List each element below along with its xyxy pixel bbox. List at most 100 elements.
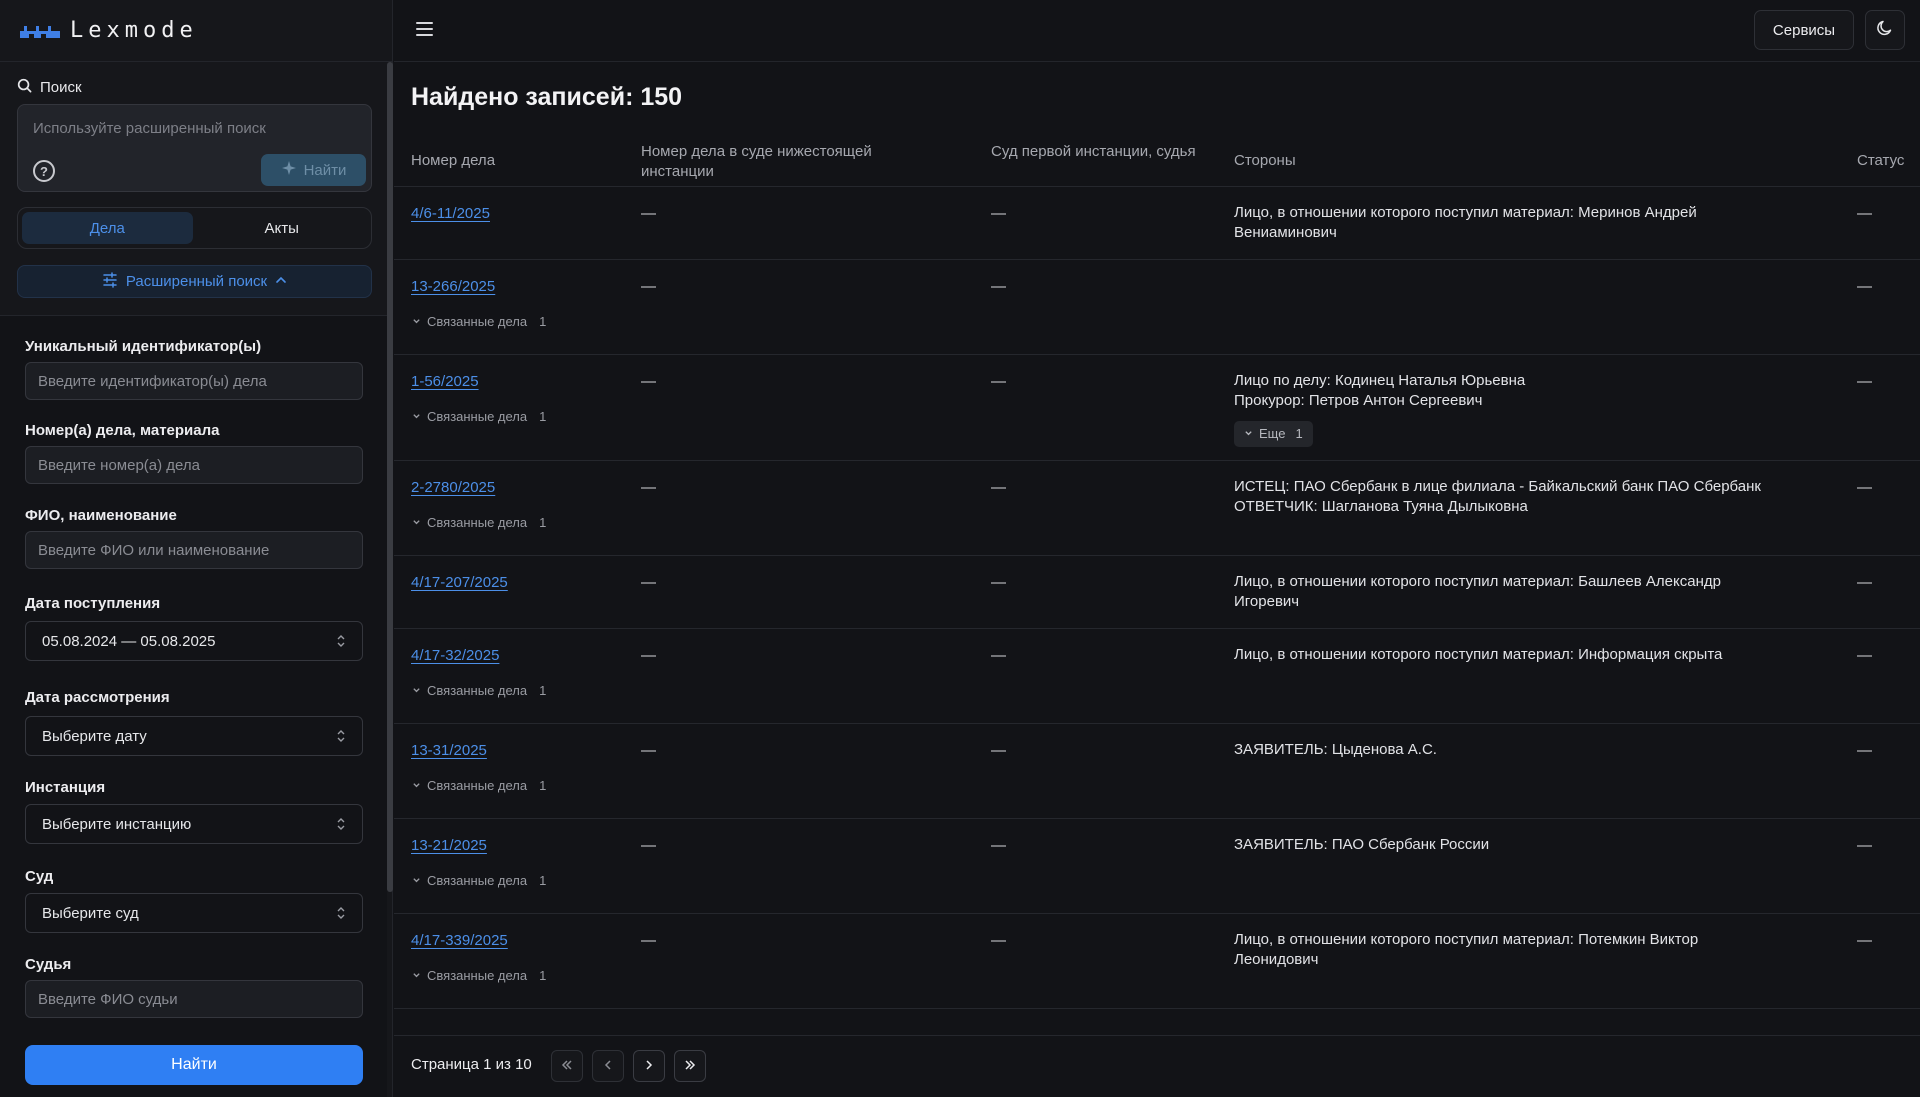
col-header-status: Статус [1857, 152, 1905, 169]
related-cases-label: Связанные дела [427, 683, 528, 698]
related-cases-toggle[interactable]: Связанные дела 1 [412, 778, 546, 793]
case-number-link[interactable]: 4/17-207/2025 [411, 574, 508, 591]
search-section-label: Поиск [17, 78, 82, 97]
double-chevron-left-icon [561, 1058, 573, 1074]
first-instance-cell: — [991, 205, 1006, 222]
party-line: ИСТЕЦ: ПАО Сбербанк в лице филиала - Бай… [1234, 478, 1761, 495]
last-page-button[interactable] [674, 1050, 706, 1082]
court-select[interactable]: Выберите суд [25, 893, 363, 933]
more-parties-count: 1 [1295, 426, 1303, 441]
case-number-link[interactable]: 13-31/2025 [411, 742, 487, 759]
theme-toggle-button[interactable] [1865, 10, 1905, 50]
related-cases-toggle[interactable]: Связанные дела 1 [412, 409, 546, 424]
lower-court-number-cell: — [641, 837, 656, 854]
lexmode-logo-icon [20, 25, 60, 38]
received-date-select[interactable]: 05.08.2024 — 05.08.2025 [25, 621, 363, 661]
results-count-title: Найдено записей: 150 [411, 83, 683, 111]
related-cases-toggle[interactable]: Связанные дела 1 [412, 873, 546, 888]
ai-find-button[interactable]: Найти [261, 154, 366, 186]
party-line: Леонидович [1234, 951, 1319, 968]
advanced-search-toggle[interactable]: Расширенный поиск [17, 265, 372, 298]
help-icon[interactable]: ? [33, 160, 55, 182]
parties-cell: Лицо, в отношении которого поступил мате… [1234, 572, 1834, 612]
more-parties-button[interactable]: Еще 1 [1234, 421, 1313, 447]
instance-select[interactable]: Выберите инстанцию [25, 804, 363, 844]
received-date-value: 05.08.2024 — 05.08.2025 [42, 632, 216, 650]
submit-search-button[interactable]: Найти [25, 1045, 363, 1085]
table-row: 4/17-339/2025 — — Связанные дела 1 Лицо,… [394, 914, 1920, 1009]
uid-input[interactable] [25, 362, 363, 400]
select-arrows-icon [336, 728, 346, 744]
received-date-label: Дата поступления [25, 595, 161, 612]
case-number-input[interactable] [25, 446, 363, 484]
sidebar-scrollbar[interactable] [387, 62, 393, 892]
search-icon [17, 78, 32, 97]
ai-find-label: Найти [303, 161, 347, 179]
lower-court-number-cell: — [641, 205, 656, 222]
first-instance-cell: — [991, 574, 1006, 591]
chevron-down-icon [412, 409, 421, 424]
related-cases-label: Связанные дела [427, 515, 528, 530]
related-cases-toggle[interactable]: Связанные дела 1 [412, 515, 546, 530]
status-cell: — [1857, 574, 1872, 591]
case-number-link[interactable]: 4/17-32/2025 [411, 647, 499, 664]
page-indicator: Страница 1 из 10 [411, 1056, 532, 1073]
chevron-down-icon [412, 683, 421, 698]
related-cases-toggle[interactable]: Связанные дела 1 [412, 314, 546, 329]
first-instance-cell: — [991, 742, 1006, 759]
related-cases-count: 1 [539, 683, 547, 698]
party-line: Лицо по делу: Кодинец Наталья Юрьевна [1234, 372, 1526, 389]
parties-cell: Лицо, в отношении которого поступил мате… [1234, 645, 1834, 665]
prev-page-button[interactable] [592, 1050, 624, 1082]
related-cases-count: 1 [539, 515, 547, 530]
instance-label: Инстанция [25, 779, 106, 796]
judge-input[interactable] [25, 980, 363, 1018]
brand-name: Lexmode [70, 18, 198, 43]
select-arrows-icon [336, 816, 346, 832]
first-instance-cell: — [991, 278, 1006, 295]
parties-cell: Лицо, в отношении которого поступил мате… [1234, 930, 1834, 970]
lower-court-number-cell: — [641, 574, 656, 591]
chevron-left-icon [602, 1058, 614, 1074]
services-button[interactable]: Сервисы [1754, 10, 1854, 50]
col-header-lower-court-number: Номер дела в суде нижестоящей инстанции [641, 143, 872, 180]
search-input[interactable] [33, 115, 353, 141]
table-row: 4/17-207/2025 — — Лицо, в отношении кото… [394, 556, 1920, 629]
party-line: Прокурор: Петров Антон Сергеевич [1234, 392, 1483, 409]
logo-bar: Lexmode [0, 0, 393, 62]
select-arrows-icon [336, 633, 346, 649]
case-number-link[interactable]: 13-266/2025 [411, 278, 495, 295]
lower-court-number-cell: — [641, 278, 656, 295]
related-cases-toggle[interactable]: Связанные дела 1 [412, 968, 546, 983]
tab-acts[interactable]: Акты [197, 212, 368, 244]
related-cases-count: 1 [539, 873, 547, 888]
parties-cell: Лицо, в отношении которого поступил мате… [1234, 203, 1834, 243]
table-row: 4/6-11/2025 — — Лицо, в отношении которо… [394, 187, 1920, 260]
first-page-button[interactable] [551, 1050, 583, 1082]
parties-cell: Лицо по делу: Кодинец Наталья Юрьевна Пр… [1234, 371, 1834, 447]
case-number-link[interactable]: 13-21/2025 [411, 837, 487, 854]
case-number-link[interactable]: 4/6-11/2025 [411, 205, 490, 222]
hamburger-menu-icon[interactable] [416, 20, 436, 38]
table-row: 4/17-32/2025 — — Связанные дела 1 Лицо, … [394, 629, 1920, 724]
name-label: ФИО, наименование [25, 507, 177, 524]
parties-cell: ЗАЯВИТЕЛЬ: Цыденова А.С. [1234, 740, 1834, 760]
review-date-select[interactable]: Выберите дату [25, 716, 363, 756]
status-cell: — [1857, 742, 1872, 759]
case-number-link[interactable]: 1-56/2025 [411, 373, 479, 390]
instance-value: Выберите инстанцию [42, 815, 192, 833]
tab-cases[interactable]: Дела [22, 212, 193, 244]
first-instance-cell: — [991, 479, 1006, 496]
case-number-link[interactable]: 4/17-339/2025 [411, 932, 508, 949]
name-input[interactable] [25, 531, 363, 569]
next-page-button[interactable] [633, 1050, 665, 1082]
status-cell: — [1857, 479, 1872, 496]
table-row: 2-2780/2025 — — Связанные дела 1 ИСТЕЦ: … [394, 461, 1920, 556]
related-cases-toggle[interactable]: Связанные дела 1 [412, 683, 546, 698]
more-parties-label: Еще [1259, 426, 1286, 441]
related-cases-label: Связанные дела [427, 873, 528, 888]
related-cases-count: 1 [539, 778, 547, 793]
select-arrows-icon [336, 905, 346, 921]
case-number-link[interactable]: 2-2780/2025 [411, 479, 495, 496]
top-bar: Сервисы [394, 0, 1920, 62]
